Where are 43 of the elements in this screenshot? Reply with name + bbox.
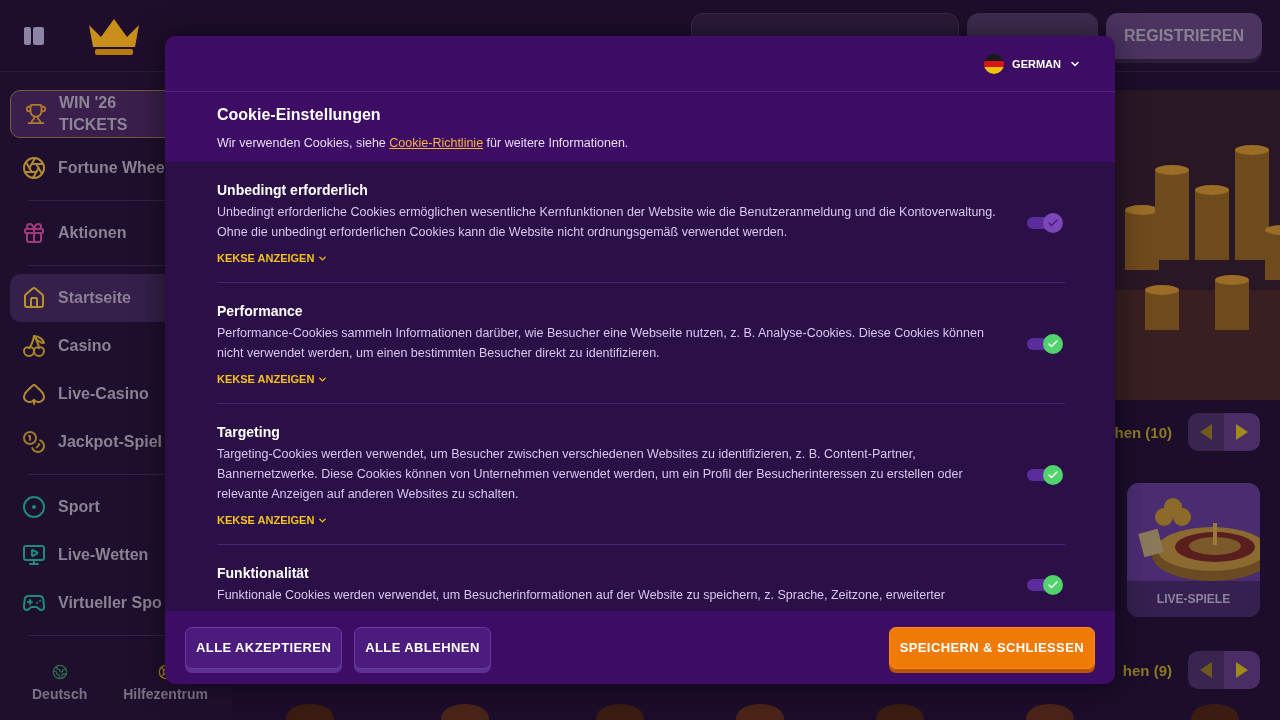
sidebar-footer-link[interactable]: Deutsch (32, 664, 88, 702)
play-icon (22, 543, 46, 567)
triangle-right-icon (1236, 662, 1248, 678)
toggle-switch[interactable] (1027, 574, 1065, 596)
check-icon (1047, 579, 1059, 591)
check-icon (1047, 338, 1059, 350)
triangle-left-icon (1200, 424, 1212, 440)
category-card[interactable]: LIVE-SPIELE (1127, 483, 1260, 617)
category-title: Funktionalität (217, 565, 310, 581)
house-icon (22, 286, 46, 310)
triangle-right-icon (1236, 424, 1248, 440)
toggle-switch[interactable] (1027, 333, 1065, 355)
language-selector[interactable]: GERMAN (978, 52, 1087, 75)
category-description: Performance-Cookies sammeln Informationen darüber, wie Besucher eine Webseite nutzen, z. B. Analyse-Cookies. Diese Cookies können nicht verwendet werden, um einen bestimmten Besucher direkt zu identifizieren. (217, 325, 985, 362)
category-description: Funktionale Cookies werden verwendet, um Besucherinformationen auf der Website zu speichern, z. Sprache, Zeitzone, erweiterter (217, 587, 946, 604)
gift-icon (22, 221, 46, 245)
section-heading: hen (9) (1122, 661, 1172, 679)
show-cookies-link[interactable]: KEKSE ANZEIGEN (217, 373, 329, 385)
category-description: Targeting-Cookies werden verwendet, um Besucher zwischen verschiedenen Websites zu identifizieren, z. B. Content-Partner, Bannernetzwerke. Diese Cookies können von Unternehmen verwendet werden, um ein Profil der Besucherinteressen zu erstellen oder relevante Anzeigen auf anderen Websites zu schalten. (217, 446, 964, 503)
check-icon (1047, 217, 1059, 229)
show-cookies-link[interactable]: KEKSE ANZEIGEN (217, 514, 329, 526)
next-button[interactable] (1224, 413, 1260, 451)
previous-button[interactable] (1188, 651, 1224, 689)
coins-icon (22, 430, 46, 454)
toggle-switch[interactable] (1027, 464, 1065, 486)
triangle-left-icon (1200, 662, 1212, 678)
category-description: Unbedingt erforderliche Cookies ermöglichen wesentliche Kernfunktionen der Website wie die Benutzeranmeldung und die Kontoverwaltung. Ohne die unbedingt erforderlichen Cookies kann die Website nicht ordnungsgemäß verwendet werden. (217, 204, 997, 241)
flag-icon (984, 53, 1005, 74)
spade-icon (22, 382, 46, 406)
category-title: Unbedingt erforderlich (217, 182, 369, 198)
globe-icon (51, 664, 68, 680)
card-label: LIVE-SPIELE (1127, 581, 1260, 617)
promo-label: WIN '26 TICKETS (59, 93, 129, 135)
section-heading: hen (10) (1114, 423, 1172, 441)
category-title: Targeting (217, 424, 281, 440)
policy-link[interactable]: Cookie-Richtlinie (389, 136, 484, 150)
intro-text: Wir verwenden Cookies, siehe Cookie-Richtlinie für weitere Informationen. (217, 136, 630, 150)
cherry-icon (22, 334, 46, 358)
check-icon (1047, 469, 1059, 481)
sidebar-toggle-icon[interactable] (23, 24, 45, 47)
trophy-icon (25, 103, 47, 125)
previous-button[interactable] (1188, 413, 1224, 451)
next-button[interactable] (1224, 651, 1260, 689)
